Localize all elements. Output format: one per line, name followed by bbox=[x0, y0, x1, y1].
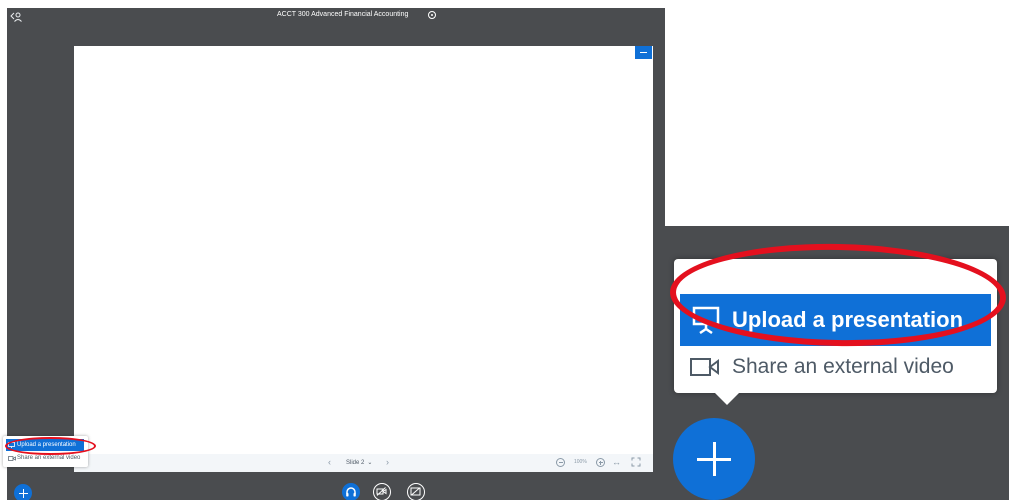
minimize-presentation-button[interactable] bbox=[635, 46, 652, 59]
presentation-icon bbox=[692, 306, 720, 334]
presentation-slide bbox=[74, 46, 653, 454]
actions-dropdown: Upload a presentation Share an external … bbox=[3, 436, 88, 467]
slide-label: Slide 2 bbox=[346, 460, 365, 466]
share-external-video-item-zoomed[interactable]: Share an external video bbox=[680, 348, 991, 386]
fit-to-width-button[interactable]: ↔ bbox=[612, 457, 621, 467]
presentation-toolbar: ‹ Slide 2 ⌄ › 100% ↔ bbox=[74, 454, 653, 472]
screenshare-off-icon bbox=[410, 487, 421, 496]
share-external-video-item[interactable]: Share an external video bbox=[6, 453, 84, 464]
zoom-in-button[interactable] bbox=[596, 458, 605, 467]
share-external-video-label: Share an external video bbox=[732, 355, 954, 378]
users-icon bbox=[10, 12, 22, 22]
zoomed-inset: Upload a presentation Share an external … bbox=[662, 226, 1009, 500]
slide-selector[interactable]: Slide 2 ⌄ bbox=[346, 459, 372, 466]
video-icon bbox=[8, 456, 16, 461]
video-icon bbox=[690, 358, 719, 376]
upload-presentation-item[interactable]: Upload a presentation bbox=[6, 439, 84, 451]
top-bar: ACCT 300 Advanced Financial Accounting bbox=[7, 8, 665, 26]
chevron-down-icon: ⌄ bbox=[367, 460, 373, 466]
users-toggle-button[interactable] bbox=[9, 10, 23, 24]
actions-dropdown-zoomed: Upload a presentation Share an external … bbox=[674, 259, 997, 405]
zoom-out-button[interactable] bbox=[556, 458, 565, 467]
fullscreen-icon bbox=[631, 457, 641, 467]
upload-presentation-label: Upload a presentation bbox=[17, 442, 76, 448]
presentation-icon bbox=[8, 442, 15, 448]
audio-button[interactable] bbox=[342, 483, 360, 500]
screenshare-button[interactable] bbox=[407, 483, 425, 500]
share-external-video-label: Share an external video bbox=[17, 455, 81, 461]
recording-icon[interactable] bbox=[428, 11, 436, 19]
actions-plus-button-zoomed[interactable] bbox=[673, 418, 755, 500]
next-slide-button[interactable]: › bbox=[386, 457, 389, 467]
headphones-icon bbox=[346, 487, 356, 497]
zoom-level: 100% bbox=[574, 459, 587, 465]
upload-presentation-item-zoomed[interactable]: Upload a presentation bbox=[680, 294, 991, 346]
webcam-button[interactable] bbox=[373, 483, 391, 500]
actions-plus-button[interactable] bbox=[14, 484, 32, 500]
meeting-app: ACCT 300 Advanced Financial Accounting ‹… bbox=[7, 8, 665, 500]
meeting-title: ACCT 300 Advanced Financial Accounting bbox=[277, 11, 409, 18]
fullscreen-button[interactable] bbox=[631, 457, 641, 467]
previous-slide-button[interactable]: ‹ bbox=[328, 457, 331, 467]
upload-presentation-label: Upload a presentation bbox=[732, 307, 964, 332]
webcam-off-icon bbox=[376, 487, 387, 496]
